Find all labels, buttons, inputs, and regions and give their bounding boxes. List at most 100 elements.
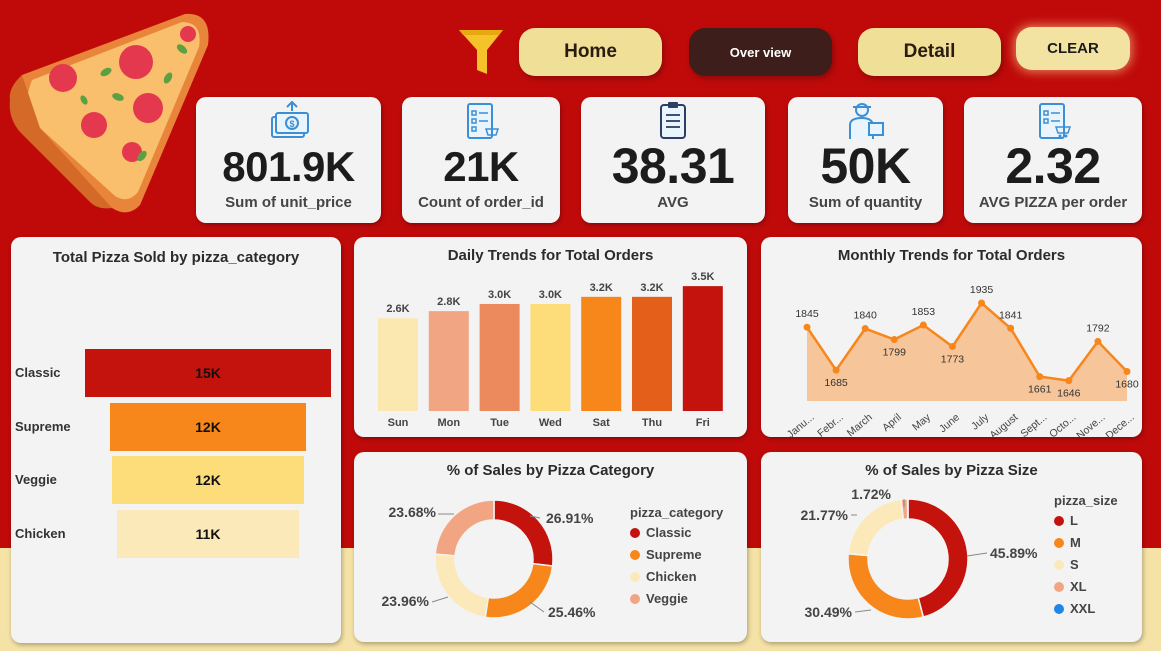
kpi-card-avg-pizza: 2.32 AVG PIZZA per order xyxy=(964,97,1142,223)
donut-slice[interactable] xyxy=(434,499,495,557)
daily-bar[interactable] xyxy=(378,318,418,411)
donut-slice[interactable] xyxy=(434,553,490,619)
slice-data-label: 23.96% xyxy=(382,593,430,609)
detail-button[interactable]: Detail xyxy=(858,28,1001,76)
legend-label: Classic xyxy=(646,525,692,540)
legend-item[interactable]: S xyxy=(1054,557,1118,572)
category-bar[interactable]: 12K xyxy=(112,456,304,504)
home-button[interactable]: Home xyxy=(519,28,662,76)
kpi-value: 50K xyxy=(820,138,911,194)
sales-by-size-panel: % of Sales by Pizza Size 45.89% 30.49% 21.… xyxy=(761,452,1142,642)
kpi-label: Sum of quantity xyxy=(808,194,923,211)
slice-data-label: 21.77% xyxy=(801,507,849,523)
legend-item[interactable]: XL xyxy=(1054,579,1118,594)
daily-bar[interactable] xyxy=(682,286,723,411)
monthly-point[interactable] xyxy=(832,366,840,374)
legend-label: Supreme xyxy=(646,547,702,562)
point-data-label: 1840 xyxy=(854,310,878,322)
money-icon: $ xyxy=(270,101,309,138)
x-tick-label: Fri xyxy=(696,417,710,429)
slice-data-label: 25.46% xyxy=(548,604,596,620)
monthly-point[interactable] xyxy=(1036,373,1044,381)
point-data-label: 1845 xyxy=(795,308,819,320)
kpi-value: 801.9K xyxy=(222,143,355,190)
x-tick-label: Tue xyxy=(490,417,509,429)
point-data-label: 1773 xyxy=(941,354,965,366)
donut-slice[interactable] xyxy=(847,498,905,557)
slice-data-label: 1.72% xyxy=(851,486,891,502)
leader-line xyxy=(854,609,872,613)
daily-bar[interactable] xyxy=(479,303,520,411)
legend-dot xyxy=(1054,603,1064,614)
legend-label: Chicken xyxy=(646,569,697,584)
monthly-point[interactable] xyxy=(1065,377,1073,385)
slice-data-label: 26.91% xyxy=(546,510,594,526)
daily-bar[interactable] xyxy=(632,296,672,411)
legend-label: Veggie xyxy=(646,591,688,606)
category-label: Veggie xyxy=(15,472,57,487)
monthly-point[interactable] xyxy=(1123,368,1131,376)
category-bar[interactable]: 15K xyxy=(85,349,331,397)
daily-bar[interactable] xyxy=(530,303,571,411)
legend-dot xyxy=(630,593,640,604)
monthly-point[interactable] xyxy=(1094,337,1102,345)
monthly-point[interactable] xyxy=(919,321,927,329)
legend-title: pizza_category xyxy=(630,505,724,520)
legend-label: L xyxy=(1070,513,1078,528)
bar-data-label: 3.2K xyxy=(590,282,613,294)
bar-data-label: 3.0K xyxy=(539,289,562,301)
order-cart-icon xyxy=(1039,103,1072,139)
donut-slice[interactable] xyxy=(484,562,554,619)
kpi-label: AVG PIZZA per order xyxy=(978,194,1128,211)
sales-by-category-panel: % of Sales by Pizza Category 26.91% 25.46… xyxy=(354,452,747,642)
legend-dot xyxy=(630,527,640,538)
kpi-value: 2.32 xyxy=(1005,138,1101,194)
daily-bar[interactable] xyxy=(428,311,469,411)
donut-slice[interactable] xyxy=(847,552,925,620)
bar-data-label: 2.6K xyxy=(386,303,409,315)
legend-dot xyxy=(1054,515,1064,526)
legend-dot xyxy=(1054,537,1064,548)
legend-item[interactable]: XXL xyxy=(1054,601,1118,616)
point-data-label: 1799 xyxy=(883,347,907,359)
kpi-card-avg: 38.31 AVG xyxy=(581,97,765,223)
legend-item[interactable]: M xyxy=(1054,535,1118,550)
monthly-point[interactable] xyxy=(803,323,811,331)
point-data-label: 1841 xyxy=(999,309,1023,321)
legend-dot xyxy=(630,549,640,560)
donut-slice[interactable] xyxy=(493,499,554,567)
legend-dot xyxy=(630,571,640,582)
x-tick-label: April xyxy=(880,411,904,434)
x-tick-label: Dece... xyxy=(1103,411,1136,437)
legend-item[interactable]: Chicken xyxy=(630,569,723,584)
clear-button[interactable]: CLEAR xyxy=(1016,27,1130,70)
daily-bar[interactable] xyxy=(581,296,622,411)
legend-item[interactable]: Supreme xyxy=(630,547,723,562)
kpi-label: Count of order_id xyxy=(418,194,544,211)
monthly-point[interactable] xyxy=(978,299,986,307)
daily-trends-panel: Daily Trends for Total Orders 2.6K Sun 2.8… xyxy=(354,237,747,437)
legend-label: XXL xyxy=(1070,601,1096,616)
monthly-point[interactable] xyxy=(890,336,898,344)
kpi-value: 21K xyxy=(443,143,519,190)
legend-item[interactable]: Classic xyxy=(630,525,723,540)
monthly-point[interactable] xyxy=(1007,324,1015,332)
legend-label: M xyxy=(1070,535,1081,550)
bar-data-label: 2.8K xyxy=(437,296,460,308)
filter-funnel-icon[interactable] xyxy=(455,26,507,78)
category-bar[interactable]: 12K xyxy=(109,402,307,451)
category-sold-panel: Total Pizza Sold by pizza_category Class… xyxy=(11,237,341,643)
legend-item[interactable]: Veggie xyxy=(630,591,723,606)
monthly-point[interactable] xyxy=(861,325,869,333)
overview-button[interactable]: Over view xyxy=(689,28,832,76)
svg-text:$: $ xyxy=(289,119,294,129)
monthly-point[interactable] xyxy=(948,343,956,351)
category-bar[interactable]: 11K xyxy=(117,509,299,558)
point-data-label: 1792 xyxy=(1086,322,1110,334)
legend-item[interactable]: L xyxy=(1054,513,1118,528)
kpi-value: 38.31 xyxy=(611,138,735,194)
x-tick-label: Sat xyxy=(593,417,610,429)
bar-data-label: 3.5K xyxy=(691,271,714,283)
category-legend: pizza_category Classic Supreme Chicken Vegg… xyxy=(630,505,723,613)
x-tick-label: July xyxy=(969,411,992,433)
